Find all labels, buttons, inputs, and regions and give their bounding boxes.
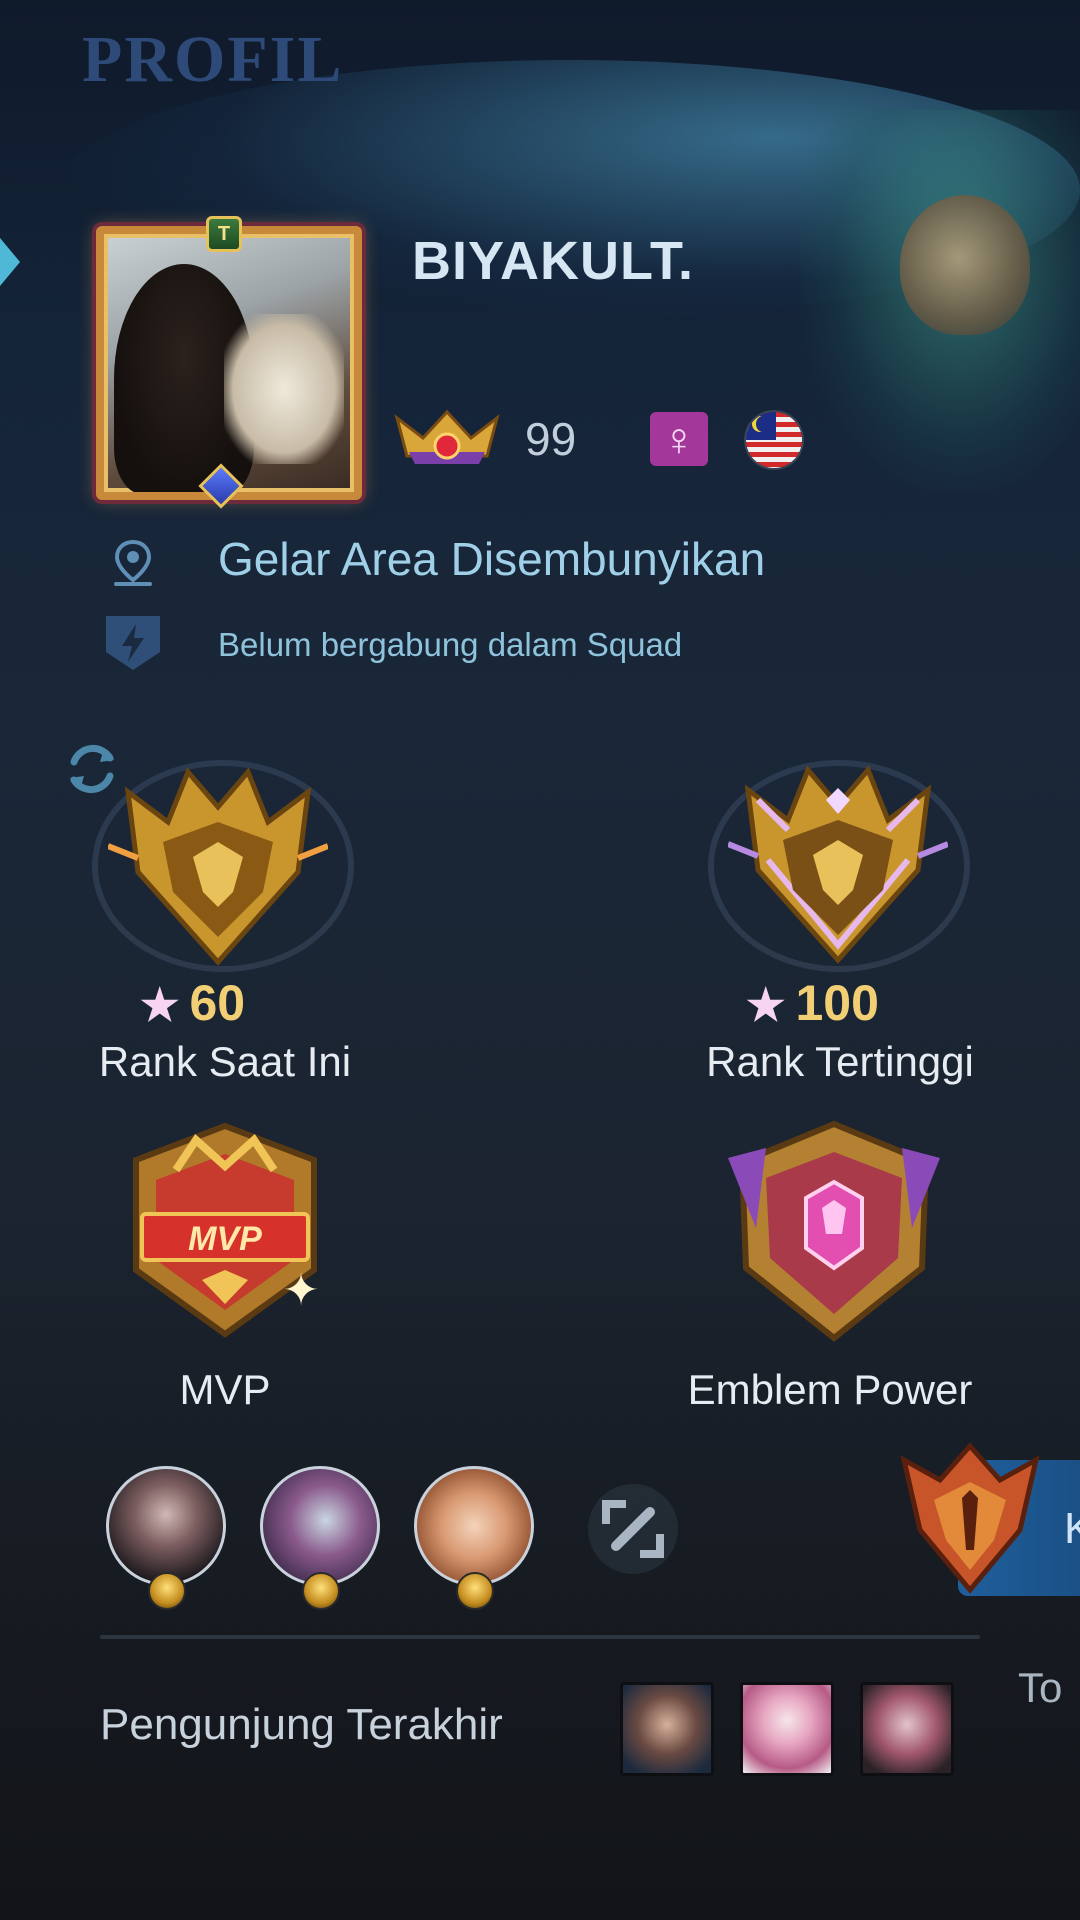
- recent-visitors-label: Pengunjung Terakhir: [100, 1700, 503, 1749]
- avatar-frame-crest-icon: T: [206, 216, 242, 252]
- emblem-power-label: Emblem Power: [687, 1366, 973, 1413]
- avatar[interactable]: [96, 226, 362, 500]
- highest-rank-medal-icon[interactable]: [728, 760, 948, 970]
- highest-rank-label: Rank Tertinggi: [706, 1038, 974, 1085]
- player-level: 99: [525, 413, 577, 465]
- mvp-label: MVP: [179, 1366, 271, 1413]
- squad-status-text: Belum bergabung dalam Squad: [218, 626, 683, 663]
- visitor-avatar-1[interactable]: [620, 1682, 714, 1776]
- current-rank-stars: ★ 60: [140, 975, 246, 1031]
- favorite-hero-1[interactable]: [106, 1466, 226, 1586]
- sparkle-icon: ✦: [282, 1266, 320, 1315]
- star-icon: ★: [746, 981, 786, 1030]
- player-name[interactable]: BIYAKULT.: [412, 230, 694, 292]
- background-hero-face: [900, 195, 1030, 335]
- avatar-photo-highlight: [224, 314, 344, 464]
- side-panel-label: K: [1064, 1504, 1080, 1553]
- squad-shield-icon: [106, 616, 160, 670]
- visitor-avatar-3[interactable]: [860, 1682, 954, 1776]
- total-label: To: [1018, 1664, 1063, 1711]
- highest-rank-stars: ★ 100: [746, 975, 879, 1031]
- location-text: Gelar Area Disembunyikan: [218, 533, 766, 585]
- back-arrow-icon[interactable]: [0, 238, 20, 286]
- mvp-banner-text: MVP: [188, 1220, 262, 1258]
- location-pin-icon: [114, 539, 152, 586]
- malaysia-flag-icon: [746, 412, 802, 468]
- level-crown-icon: [394, 409, 500, 464]
- hero-mastery-medal-icon: [302, 1572, 340, 1610]
- page-title: PROFIL: [82, 23, 344, 96]
- hero-mastery-medal-icon: [456, 1572, 494, 1610]
- section-divider: [100, 1635, 980, 1639]
- star-icon: ★: [140, 981, 180, 1030]
- edit-heroes-button[interactable]: [588, 1484, 678, 1574]
- side-panel-emblem-icon: [900, 1442, 1040, 1594]
- female-icon: ♀: [650, 412, 708, 466]
- favorite-hero-3[interactable]: [414, 1466, 534, 1586]
- visitor-avatar-2[interactable]: [740, 1682, 834, 1776]
- current-rank-label: Rank Saat Ini: [98, 1038, 352, 1085]
- edit-icon: [602, 1500, 664, 1558]
- hero-mastery-medal-icon: [148, 1572, 186, 1610]
- emblem-power-badge-icon[interactable]: [726, 1118, 942, 1344]
- favorite-hero-2[interactable]: [260, 1466, 380, 1586]
- current-rank-medal-icon[interactable]: [108, 762, 328, 972]
